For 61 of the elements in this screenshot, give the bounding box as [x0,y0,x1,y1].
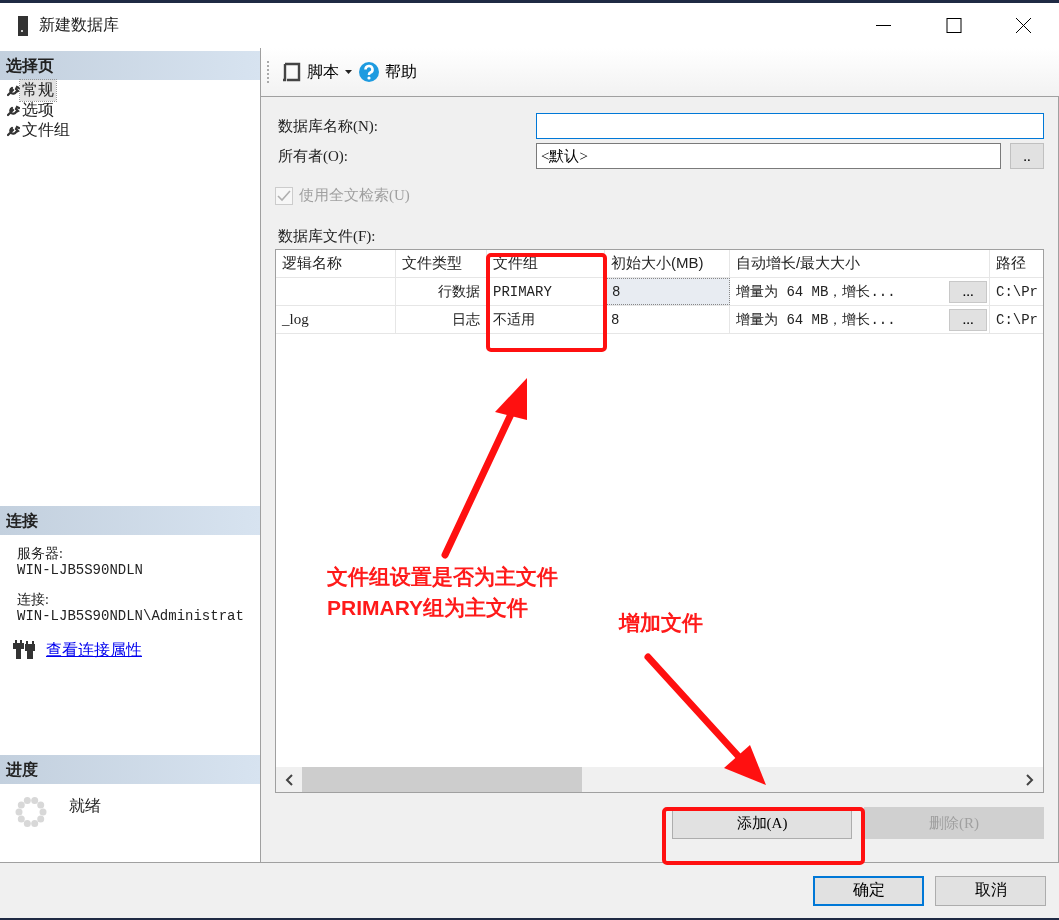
table-cell-text: C:\Pr [995,282,1039,302]
chevron-left-icon[interactable] [285,773,293,786]
ellipsis-button[interactable]: ... [949,308,987,331]
script-icon [281,62,301,82]
column-header[interactable]: 路径 [990,250,1043,277]
table-cell: 增量为 64 MB，增长... [736,282,896,301]
table-cell-text: C:\Pr [995,310,1039,330]
section-label: 数据库文件(F): [278,227,377,246]
field-label: 所有者(O): [277,146,349,166]
field-label: 连接: [17,591,50,608]
page-item[interactable]: 文件组 [20,119,72,141]
script-button[interactable]: 脚本 [279,59,341,85]
column-header[interactable]: 文件类型 [396,250,487,277]
annotation-text: PRIMARY组为主文件 [327,595,529,621]
column-header[interactable]: 逻辑名称 [276,250,396,277]
page-item[interactable]: 常规 [20,79,56,101]
close-icon [1016,18,1032,33]
horizontal-scrollbar[interactable] [276,767,1043,792]
field-label: 数据库名称(N): [277,116,379,136]
section-header: 进度 [0,755,260,784]
field-label: 服务器: [17,545,64,562]
cancel-button[interactable]: 取消 [935,875,1046,906]
minimize-icon [876,25,892,26]
help-button[interactable]: 帮助 [357,59,419,85]
page-item[interactable]: 选项 [20,99,56,121]
table-cell: 日志 [396,306,487,333]
section-header: 连接 [0,506,260,535]
annotation-text: 增加文件 [619,610,703,636]
column-header[interactable]: 文件组 [487,250,605,277]
connection-properties-link[interactable]: 查看连接属性 [46,640,142,658]
plug-icon [12,639,36,659]
maximize-icon [946,18,962,33]
column-header[interactable]: 自动增长/最大大小 [730,250,990,277]
wrench-icon [7,123,20,137]
checkbox-label: 使用全文检索(U) [299,186,410,205]
table-cell: PRIMARY [487,278,605,305]
wrench-icon [7,103,20,117]
annotation-text: 文件组设置是否为主文件 [327,564,558,590]
chevron-right-icon[interactable] [1026,773,1034,786]
server-icon [17,15,29,36]
wrench-icon [7,83,20,97]
column-header[interactable]: 初始大小(MB) [605,250,730,277]
status-text: 就绪 [69,796,101,816]
section-header: 选择页 [0,51,260,80]
spinner-icon [15,796,47,828]
table-cell: 行数据 [396,278,487,305]
table-cell: 增量为 64 MB，增长... [736,310,896,329]
database-name-field[interactable] [536,113,1044,139]
table-cell: 不适用 [487,306,605,333]
owner-field[interactable]: <默认> [536,143,1001,169]
ellipsis-button[interactable]: ... [949,280,987,303]
ok-button[interactable]: 确定 [813,875,924,906]
caret-icon [345,69,353,75]
help-icon [359,62,379,82]
browse-button[interactable]: .. [1010,143,1044,169]
connection-name: WIN-LJB5S90NDLN\Administrat [17,608,245,625]
window-title: 新建数据库 [39,15,120,35]
table-cell[interactable]: 8 [605,306,730,333]
table-cell[interactable]: 8 [605,278,730,305]
table-cell: _log [276,306,396,333]
server-name: WIN-LJB5S90NDLN [17,562,145,579]
